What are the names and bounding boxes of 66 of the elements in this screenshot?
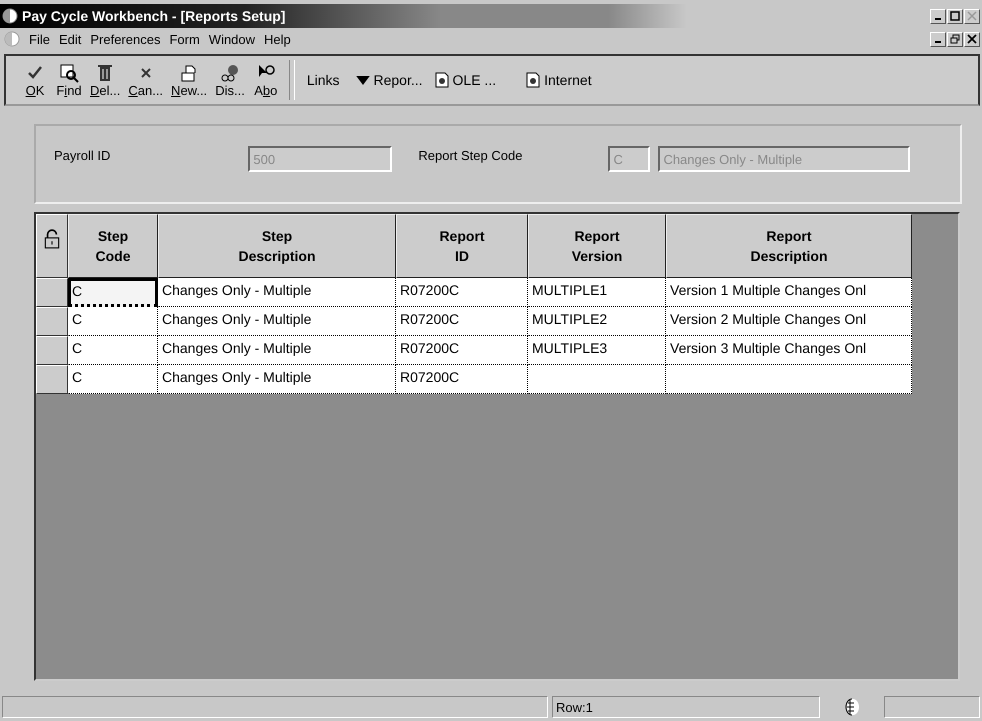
maximize-button[interactable] [947, 8, 963, 24]
toolbar-button[interactable]: Can... [124, 62, 168, 98]
restore-icon [950, 34, 960, 44]
table-cell: MULTIPLE1 [528, 278, 666, 307]
row-indicator: Row:1 [556, 700, 593, 714]
close-button[interactable] [964, 32, 980, 46]
menu-item[interactable]: File [29, 32, 50, 46]
table-cell: MULTIPLE2 [528, 307, 666, 336]
table-cell: R07200C [396, 307, 528, 336]
toolbar-button[interactable]: Dis... [211, 62, 249, 98]
toolbar-button[interactable]: Find [52, 62, 86, 98]
table-cell: R07200C [396, 365, 528, 394]
minimize-icon [935, 18, 941, 20]
menu-button[interactable]: Links [300, 72, 346, 88]
toolbar-button[interactable]: New... [167, 62, 212, 98]
toolbar-button[interactable]: Abo [248, 62, 283, 98]
menu-item[interactable]: Form [169, 32, 200, 46]
table-cell: Version 1 Multiple Changes Onl [666, 278, 912, 307]
table-cell: MULTIPLE3 [528, 336, 666, 365]
restore-button[interactable] [947, 32, 963, 46]
table-cell: C [68, 278, 158, 307]
table-cell: R07200C [396, 278, 528, 307]
table-cell: C [68, 365, 158, 394]
column-header[interactable]: Step Code [68, 214, 158, 278]
link-button[interactable]: Internet [520, 72, 598, 88]
field-label: Payroll ID [54, 148, 110, 163]
column-header[interactable]: Report Description [666, 214, 912, 278]
close-icon [967, 34, 977, 44]
row-header[interactable] [36, 365, 68, 394]
minimize-icon [935, 40, 941, 42]
maximize-icon [950, 11, 960, 21]
table-cell: C [68, 307, 158, 336]
search-icon [59, 62, 79, 82]
table-cell: Changes Only - Multiple [158, 278, 396, 307]
minimize-button[interactable] [930, 8, 946, 24]
glasses-icon [220, 62, 240, 82]
table-cell: Version 3 Multiple Changes Onl [666, 336, 912, 365]
column-header[interactable]: Step Description [158, 214, 396, 278]
row-header[interactable] [36, 336, 68, 365]
lock-icon [44, 229, 60, 249]
menu-item[interactable]: Preferences [90, 32, 160, 46]
minimize-button[interactable] [930, 32, 946, 46]
menu-item[interactable]: Help [264, 32, 291, 46]
table-cell: Changes Only - Multiple [158, 307, 396, 336]
toolbar-button[interactable]: Del... [86, 62, 124, 98]
caret-icon [356, 76, 370, 84]
row-header[interactable] [36, 278, 68, 307]
document-icon [434, 72, 449, 88]
field-label: Report Step Code [418, 148, 522, 163]
table-cell: R07200C [396, 336, 528, 365]
document-icon [526, 72, 540, 88]
menu-item[interactable]: Edit [58, 32, 82, 46]
link-button[interactable]: OLE ... [428, 72, 502, 88]
table-cell: Version 2 Multiple Changes Onl [666, 307, 912, 336]
table-cell: C [68, 336, 158, 365]
close-button[interactable] [964, 8, 980, 24]
column-header[interactable]: Report ID [396, 214, 528, 278]
table-cell: Changes Only - Multiple [158, 365, 396, 394]
menu-item[interactable]: Window [208, 32, 256, 46]
menu-button[interactable]: Repor... [346, 72, 429, 88]
toolbar-button[interactable]: OK [18, 62, 52, 98]
row-header[interactable] [36, 307, 68, 336]
column-header[interactable]: Report Version [528, 214, 666, 278]
close-icon [967, 11, 977, 21]
window-title: Pay Cycle Workbench - [Reports Setup] [22, 8, 286, 24]
table-cell: Changes Only - Multiple [158, 336, 396, 365]
